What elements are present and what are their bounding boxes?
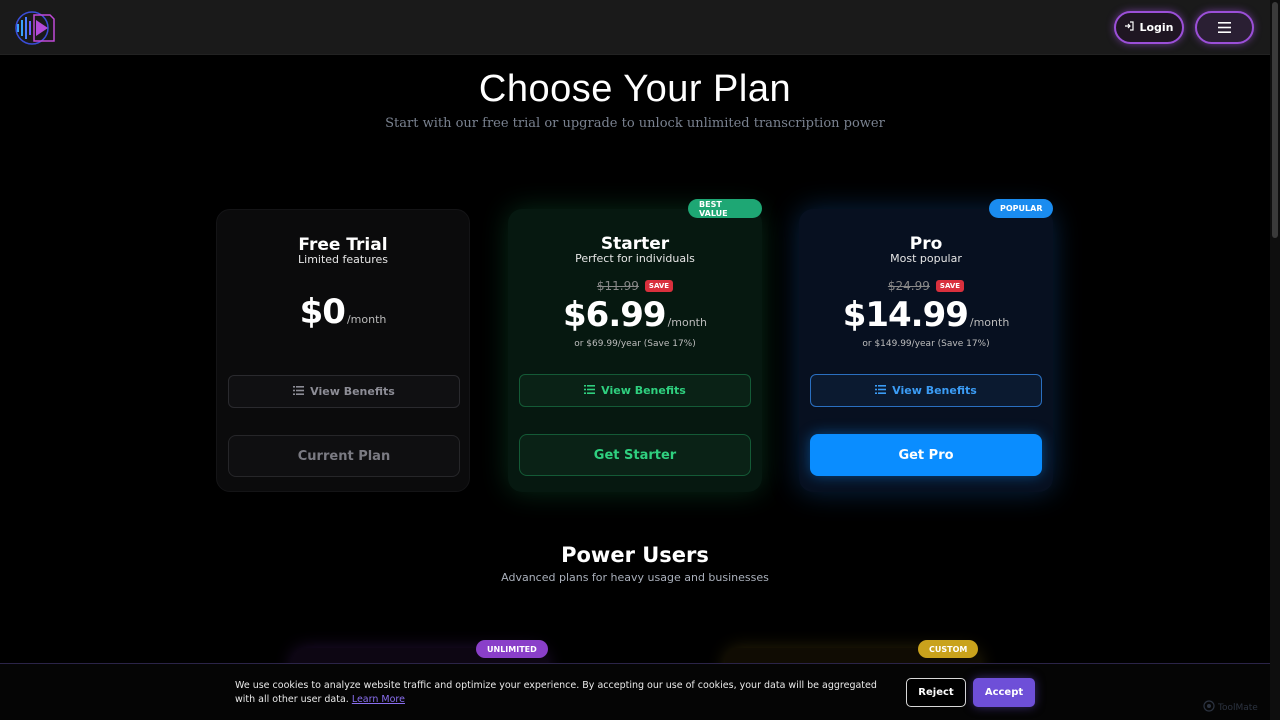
cookie-banner: We use cookies to analyze website traffi… bbox=[0, 663, 1270, 720]
top-header: Login bbox=[0, 0, 1270, 55]
cookie-text: We use cookies to analyze website traffi… bbox=[235, 680, 877, 705]
popular-badge: POPULAR bbox=[989, 199, 1054, 218]
price-row: $6.99 /month bbox=[508, 295, 762, 335]
scrollbar-thumb[interactable] bbox=[1272, 2, 1278, 238]
plan-name: Starter bbox=[600, 234, 670, 254]
old-price-row: $24.99 SAVE bbox=[799, 279, 1053, 293]
plan-card-pro: POPULAR Pro Most popular $24.99 SAVE $14… bbox=[799, 199, 1054, 492]
reject-button[interactable]: Reject bbox=[906, 678, 966, 707]
power-users-title: Power Users bbox=[561, 543, 709, 567]
login-icon bbox=[1124, 21, 1135, 34]
list-icon bbox=[584, 384, 596, 397]
get-pro-button[interactable]: Get Pro bbox=[810, 434, 1042, 476]
unlimited-badge: UNLIMITED bbox=[476, 640, 548, 658]
yearly-price: or $69.99/year (Save 17%) bbox=[574, 339, 696, 349]
list-icon bbox=[293, 385, 305, 398]
plan-price: $14.99 bbox=[842, 295, 969, 335]
get-starter-button[interactable]: Get Starter bbox=[519, 434, 751, 476]
view-benefits-button[interactable]: View Benefits bbox=[810, 374, 1042, 407]
save-badge: SAVE bbox=[935, 280, 965, 292]
menu-button[interactable] bbox=[1195, 11, 1254, 44]
old-price: $11.99 bbox=[596, 279, 639, 293]
plan-description: Most popular bbox=[890, 252, 962, 265]
old-price: $24.99 bbox=[887, 279, 930, 293]
view-benefits-label: View Benefits bbox=[310, 385, 395, 398]
logo-icon[interactable] bbox=[14, 9, 56, 47]
hamburger-icon bbox=[1218, 18, 1231, 37]
plan-period: /month bbox=[969, 316, 1010, 329]
view-benefits-button[interactable]: View Benefits bbox=[519, 374, 751, 407]
price-row: $0 /month bbox=[217, 292, 469, 332]
plan-card-starter: BEST VALUE Starter Perfect for individua… bbox=[508, 199, 762, 492]
learn-more-link[interactable]: Learn More bbox=[352, 694, 405, 705]
price-row: $14.99 /month bbox=[799, 295, 1053, 335]
best-value-badge: BEST VALUE bbox=[688, 199, 762, 218]
view-benefits-button[interactable]: View Benefits bbox=[228, 375, 460, 408]
custom-badge: CUSTOM bbox=[918, 640, 979, 658]
watermark-logo-icon bbox=[1203, 700, 1215, 715]
save-badge: SAVE bbox=[644, 280, 674, 292]
accept-button[interactable]: Accept bbox=[973, 678, 1035, 707]
plan-period: /month bbox=[346, 313, 387, 326]
plan-price: $6.99 bbox=[563, 295, 667, 335]
view-benefits-label: View Benefits bbox=[601, 384, 686, 397]
page-subtitle: Start with our free trial or upgrade to … bbox=[385, 116, 885, 131]
plan-price: $0 bbox=[299, 292, 346, 332]
plan-description: Perfect for individuals bbox=[575, 252, 695, 265]
view-benefits-label: View Benefits bbox=[892, 384, 977, 397]
watermark: ToolMate bbox=[1203, 700, 1258, 715]
power-users-subtitle: Advanced plans for heavy usage and busin… bbox=[501, 571, 769, 584]
cookie-message: We use cookies to analyze website traffi… bbox=[235, 679, 895, 707]
plan-description: Limited features bbox=[298, 253, 388, 266]
yearly-price: or $149.99/year (Save 17%) bbox=[862, 339, 990, 349]
login-label: Login bbox=[1139, 21, 1174, 34]
page-scrollbar[interactable] bbox=[1270, 0, 1280, 720]
login-button[interactable]: Login bbox=[1114, 11, 1184, 44]
old-price-row: $11.99 SAVE bbox=[508, 279, 762, 293]
plan-card-free-trial: Free Trial Limited features $0 /month Vi… bbox=[216, 209, 470, 492]
plan-period: /month bbox=[667, 316, 707, 329]
watermark-text: ToolMate bbox=[1218, 702, 1258, 713]
list-icon bbox=[875, 384, 887, 397]
current-plan-button[interactable]: Current Plan bbox=[228, 435, 460, 477]
plan-name: Pro bbox=[909, 234, 943, 254]
page-title: Choose Your Plan bbox=[478, 68, 792, 110]
plan-name: Free Trial bbox=[298, 235, 388, 255]
